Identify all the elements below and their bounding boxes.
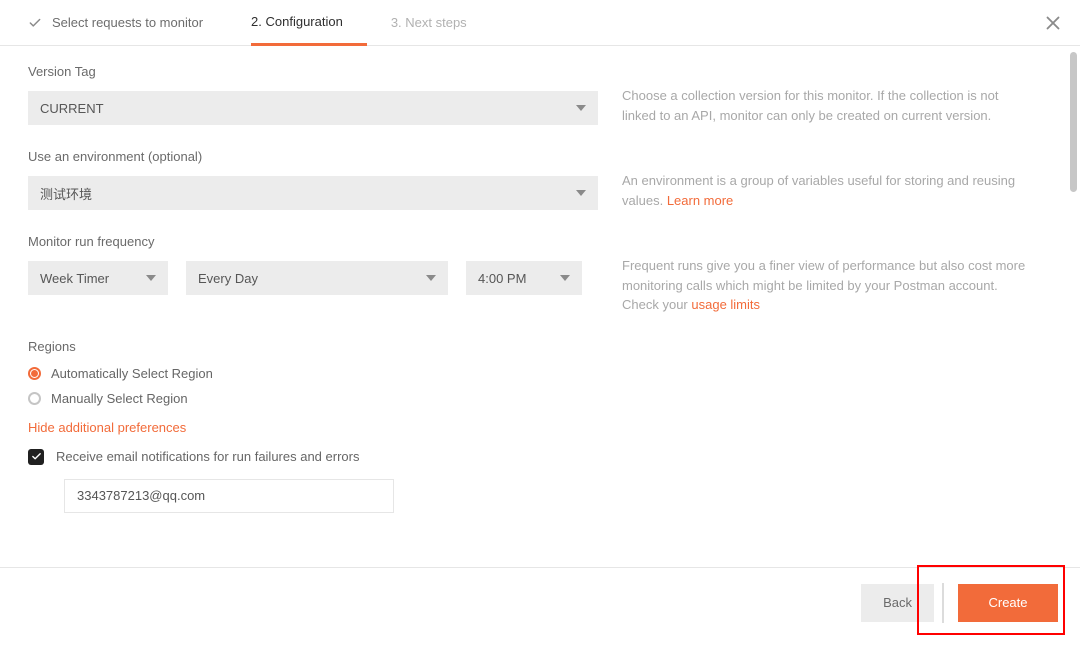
learn-more-link[interactable]: Learn more bbox=[667, 193, 733, 208]
wizard-tabs: Select requests to monitor 2. Configurat… bbox=[0, 0, 1080, 46]
environment-select[interactable]: 测试环境 bbox=[28, 176, 598, 210]
hide-preferences-link[interactable]: Hide additional preferences bbox=[28, 420, 1052, 435]
frequency-timer-select[interactable]: Week Timer bbox=[28, 261, 168, 295]
environment-help-text: An environment is a group of variables u… bbox=[598, 149, 1028, 210]
radio-label: Automatically Select Region bbox=[51, 366, 213, 381]
frequency-help-text: Frequent runs give you a finer view of p… bbox=[598, 234, 1028, 315]
select-value: Every Day bbox=[198, 271, 258, 286]
tab-select-requests[interactable]: Select requests to monitor bbox=[28, 0, 227, 46]
regions-label: Regions bbox=[28, 339, 1052, 354]
radio-label: Manually Select Region bbox=[51, 391, 188, 406]
select-value: 测试环境 bbox=[40, 184, 92, 203]
footer-actions: Back Create bbox=[0, 567, 1080, 653]
checkbox-label: Receive email notifications for run fail… bbox=[56, 449, 359, 464]
caret-down-icon bbox=[146, 275, 156, 281]
notification-email-input[interactable] bbox=[64, 479, 394, 513]
tab-next-steps[interactable]: 3. Next steps bbox=[391, 0, 491, 46]
version-tag-label: Version Tag bbox=[28, 64, 598, 79]
tab-label: 2. Configuration bbox=[251, 14, 343, 29]
radio-icon bbox=[28, 392, 41, 405]
email-notifications-checkbox[interactable]: Receive email notifications for run fail… bbox=[28, 449, 1052, 465]
vertical-scrollbar[interactable] bbox=[1070, 52, 1077, 192]
region-manual-radio[interactable]: Manually Select Region bbox=[28, 391, 1052, 406]
tab-label: Select requests to monitor bbox=[52, 15, 203, 30]
button-separator bbox=[942, 583, 944, 623]
radio-icon bbox=[28, 367, 41, 380]
version-help-text: Choose a collection version for this mon… bbox=[598, 64, 1028, 125]
caret-down-icon bbox=[560, 275, 570, 281]
usage-limits-link[interactable]: usage limits bbox=[691, 297, 760, 312]
caret-down-icon bbox=[426, 275, 436, 281]
create-button[interactable]: Create bbox=[958, 584, 1058, 622]
region-auto-radio[interactable]: Automatically Select Region bbox=[28, 366, 1052, 381]
frequency-label: Monitor run frequency bbox=[28, 234, 598, 249]
select-value: CURRENT bbox=[40, 101, 104, 116]
select-value: Week Timer bbox=[40, 271, 109, 286]
tab-label: 3. Next steps bbox=[391, 15, 467, 30]
back-button[interactable]: Back bbox=[861, 584, 934, 622]
environment-label: Use an environment (optional) bbox=[28, 149, 598, 164]
frequency-day-select[interactable]: Every Day bbox=[186, 261, 448, 295]
checkbox-icon bbox=[28, 449, 44, 465]
configuration-form: Version Tag CURRENT Choose a collection … bbox=[0, 46, 1080, 567]
tab-configuration[interactable]: 2. Configuration bbox=[251, 0, 367, 46]
caret-down-icon bbox=[576, 190, 586, 196]
caret-down-icon bbox=[576, 105, 586, 111]
close-button[interactable] bbox=[1042, 12, 1064, 34]
select-value: 4:00 PM bbox=[478, 271, 526, 286]
checkmark-icon bbox=[28, 16, 42, 30]
version-tag-select[interactable]: CURRENT bbox=[28, 91, 598, 125]
frequency-time-select[interactable]: 4:00 PM bbox=[466, 261, 582, 295]
